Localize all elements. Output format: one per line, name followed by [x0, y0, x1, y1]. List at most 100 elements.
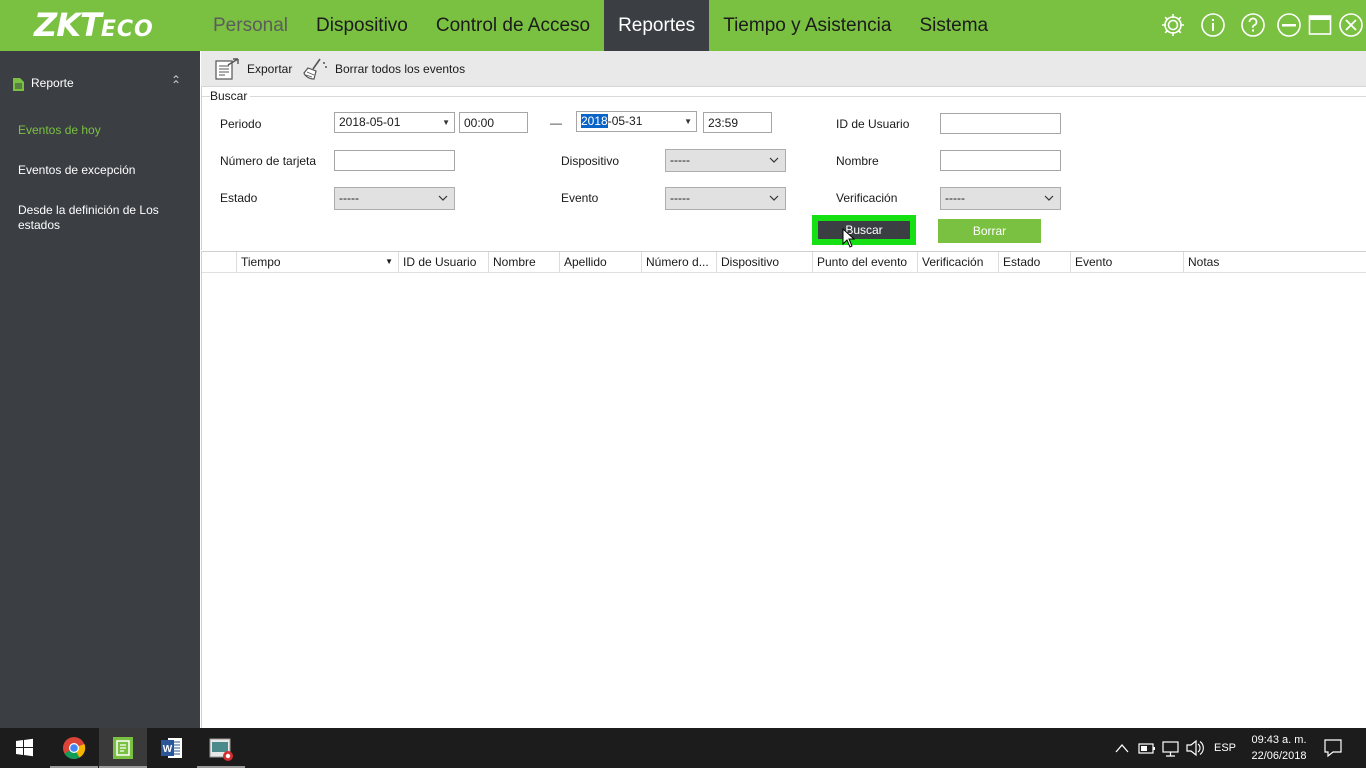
maximize-icon[interactable] — [1307, 12, 1333, 38]
user-id-label: ID de Usuario — [836, 117, 910, 131]
sort-arrow-icon: ▼ — [385, 257, 393, 266]
column-header-apellido[interactable]: Apellido — [560, 252, 642, 273]
state-select-value: ----- — [339, 191, 359, 205]
date-from-picker[interactable]: 2018-05-01 ▼ — [334, 112, 455, 133]
verification-label: Verificación — [836, 191, 898, 205]
chevron-down-icon — [769, 195, 779, 201]
word-icon[interactable]: W — [148, 728, 196, 768]
windows-start-icon[interactable] — [0, 728, 48, 768]
zkteco-app-icon[interactable] — [99, 728, 147, 768]
nav-dispositivo[interactable]: Dispositivo — [302, 0, 422, 51]
nav-tiempo-y-asistencia[interactable]: Tiempo y Asistencia — [709, 0, 905, 51]
column-header-verificacion[interactable]: Verificación — [918, 252, 999, 273]
network-icon[interactable] — [1161, 728, 1181, 768]
card-number-label: Número de tarjeta — [220, 154, 317, 168]
event-select[interactable]: ----- — [665, 187, 786, 210]
recorder-icon[interactable] — [197, 728, 245, 768]
nav-control-de-acceso[interactable]: Control de Acceso — [422, 0, 604, 51]
chevron-down-icon — [1044, 195, 1054, 201]
clock-time: 09:43 a. m. — [1251, 734, 1307, 746]
close-icon[interactable] — [1338, 12, 1364, 38]
name-label: Nombre — [836, 154, 879, 168]
date-from-value: 2018-05-01 — [339, 115, 401, 129]
sidebar-item-definicion-estados[interactable]: Desde la definición de Los estados — [18, 203, 188, 233]
toolbar: Exportar Borrar todos los eventos — [201, 51, 1366, 87]
column-header-tiempo[interactable]: Tiempo ▼ — [237, 252, 399, 273]
nav-reportes[interactable]: Reportes — [604, 0, 710, 51]
notification-center-icon[interactable] — [1322, 728, 1344, 768]
column-header-evento[interactable]: Evento — [1071, 252, 1184, 273]
search-panel-border — [202, 96, 1366, 97]
search-button[interactable]: Buscar — [818, 221, 910, 239]
export-icon — [215, 58, 239, 80]
device-select[interactable]: ----- — [665, 149, 786, 172]
clock-date: 22/06/2018 — [1251, 750, 1307, 762]
verification-select[interactable]: ----- — [940, 187, 1061, 210]
column-header-nombre[interactable]: Nombre — [489, 252, 560, 273]
nav-personal[interactable]: Personal — [199, 0, 302, 51]
volume-icon[interactable] — [1185, 728, 1205, 768]
mouse-cursor-icon — [842, 228, 856, 248]
name-input[interactable] — [940, 150, 1061, 171]
events-table: Tiempo ▼ ID de Usuario Nombre Apellido N… — [201, 251, 1366, 728]
zkteco-logo: ZKTECO — [34, 6, 154, 44]
language-indicator[interactable]: ESP — [1214, 728, 1236, 768]
column-header-card-number[interactable]: Número d... — [642, 252, 717, 273]
time-to-input[interactable] — [703, 112, 772, 133]
verification-select-value: ----- — [945, 191, 965, 205]
clear-button[interactable]: Borrar — [938, 219, 1041, 243]
sidebar-item-eventos-de-excepcion[interactable]: Eventos de excepción — [18, 163, 188, 178]
gear-icon[interactable] — [1160, 12, 1186, 38]
top-navigation-bar: ZKTECO Personal Dispositivo Control de A… — [0, 0, 1366, 51]
document-icon — [13, 78, 24, 91]
search-panel: Buscar Periodo 2018-05-01 ▼ — 2018-05-31… — [201, 87, 1366, 250]
event-select-value: ----- — [670, 191, 690, 205]
minimize-icon[interactable] — [1276, 12, 1302, 38]
nav-sistema[interactable]: Sistema — [905, 0, 1002, 51]
date-to-selected-text: 2018 — [581, 114, 608, 128]
state-select[interactable]: ----- — [334, 187, 455, 210]
sidebar-header-label: Reporte — [31, 76, 74, 90]
chevron-down-icon — [438, 195, 448, 201]
date-to-rest-text: -05-31 — [607, 114, 643, 128]
time-from-input[interactable] — [459, 112, 528, 133]
svg-text:W: W — [163, 744, 173, 755]
column-tiempo-label: Tiempo — [241, 255, 281, 269]
column-header-notas[interactable]: Notas — [1184, 252, 1366, 273]
chrome-icon[interactable] — [50, 728, 98, 768]
search-legend: Buscar — [210, 89, 251, 103]
user-id-input[interactable] — [940, 113, 1061, 134]
table-header: Tiempo ▼ ID de Usuario Nombre Apellido N… — [202, 252, 1366, 273]
clear-all-events-label: Borrar todos los eventos — [335, 62, 466, 76]
column-header-estado[interactable]: Estado — [999, 252, 1071, 273]
chevron-up-icon[interactable] — [1113, 728, 1131, 768]
broom-icon — [303, 58, 327, 80]
dropdown-arrow-icon[interactable]: ▼ — [684, 112, 692, 131]
info-icon[interactable] — [1200, 12, 1226, 38]
date-to-picker[interactable]: 2018-05-31 ▼ — [576, 111, 697, 132]
column-header-user-id[interactable]: ID de Usuario — [399, 252, 489, 273]
clear-all-events-button[interactable]: Borrar todos los eventos — [302, 57, 465, 81]
device-label: Dispositivo — [561, 154, 620, 168]
windows-taskbar: W ESP 09:43 a. m. 22/06/2018 — [0, 728, 1366, 768]
main-nav: Personal Dispositivo Control de Acceso R… — [199, 0, 1002, 51]
periodo-label: Periodo — [220, 117, 262, 131]
column-header-event-point[interactable]: Punto del evento — [813, 252, 918, 273]
dropdown-arrow-icon[interactable]: ▼ — [442, 113, 450, 132]
sidebar-item-eventos-de-hoy[interactable]: Eventos de hoy — [18, 123, 188, 138]
help-icon[interactable] — [1240, 12, 1266, 38]
sidebar: Reporte ⌃ ⌃ Eventos de hoy Eventos de exc… — [0, 51, 200, 728]
column-header-dispositivo[interactable]: Dispositivo — [717, 252, 813, 273]
export-button[interactable]: Exportar — [214, 57, 292, 81]
card-number-input[interactable] — [334, 150, 455, 171]
chevron-up-icon[interactable]: ⌃ ⌃ — [171, 73, 181, 101]
sidebar-section-reporte[interactable]: Reporte ⌃ ⌃ — [0, 69, 200, 99]
state-label: Estado — [220, 191, 258, 205]
device-select-value: ----- — [670, 153, 690, 167]
chevron-down-icon — [769, 157, 779, 163]
battery-icon[interactable] — [1137, 728, 1157, 768]
search-button-highlight: Buscar — [812, 215, 916, 245]
range-separator: — — [550, 116, 562, 130]
column-header-select[interactable] — [202, 252, 237, 273]
taskbar-clock[interactable]: 09:43 a. m. 22/06/2018 — [1240, 732, 1318, 764]
